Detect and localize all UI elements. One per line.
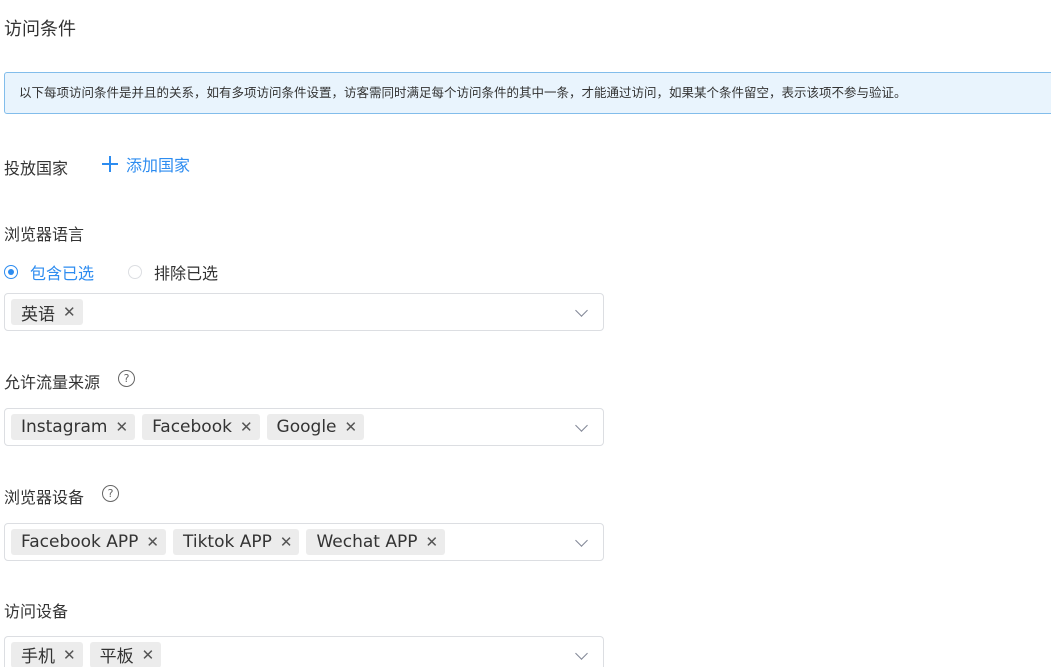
tag: Tiktok APP ✕ xyxy=(173,529,300,555)
tag-label: 英语 xyxy=(21,304,55,325)
tag: Wechat APP ✕ xyxy=(306,529,446,555)
radio-exclude-label: 排除已选 xyxy=(154,264,219,283)
tag-label: Facebook xyxy=(152,417,232,437)
radio-exclude-selected[interactable]: 排除已选 xyxy=(128,260,218,284)
tag: Facebook APP ✕ xyxy=(11,529,166,555)
info-banner: 以下每项访问条件是并且的关系，如有多项访问条件设置，访客需同时满足每个访问条件的… xyxy=(4,72,1051,114)
traffic-source-label: 允许流量来源 xyxy=(4,373,101,392)
radio-include-selected[interactable]: 包含已选 xyxy=(4,260,94,284)
chevron-down-icon[interactable] xyxy=(575,304,588,317)
tag-label: Wechat APP xyxy=(316,532,418,552)
close-icon[interactable]: ✕ xyxy=(425,533,438,551)
tag: Facebook ✕ xyxy=(142,414,260,440)
tag-label: Facebook APP xyxy=(21,532,139,552)
radio-checked-icon xyxy=(4,265,18,279)
close-icon[interactable]: ✕ xyxy=(280,533,293,551)
chevron-down-icon[interactable] xyxy=(575,534,588,547)
tag-label: Google xyxy=(276,417,337,437)
traffic-source-select[interactable]: Instagram ✕ Facebook ✕ Google ✕ xyxy=(4,408,604,446)
section-title: 访问条件 xyxy=(4,19,76,40)
tag-label: Tiktok APP xyxy=(183,532,272,552)
browser-device-select[interactable]: Facebook APP ✕ Tiktok APP ✕ Wechat APP ✕ xyxy=(4,523,604,561)
browser-language-select[interactable]: 英语 ✕ xyxy=(4,293,604,331)
tag-label: 平板 xyxy=(99,647,134,667)
radio-unchecked-icon xyxy=(128,265,143,279)
close-icon[interactable]: ✕ xyxy=(63,303,76,321)
tag-label: 手机 xyxy=(21,647,55,667)
plus-icon xyxy=(102,156,118,172)
tag: Google ✕ xyxy=(266,414,365,440)
access-device-select[interactable]: 手机 ✕ 平板 ✕ xyxy=(4,636,604,667)
radio-include-label: 包含已选 xyxy=(30,264,95,283)
chevron-down-icon[interactable] xyxy=(575,419,588,432)
add-country-label: 添加国家 xyxy=(126,156,191,175)
close-icon[interactable]: ✕ xyxy=(240,418,253,436)
help-icon[interactable]: ? xyxy=(118,370,135,387)
tag: 平板 ✕ xyxy=(89,641,162,667)
close-icon[interactable]: ✕ xyxy=(63,646,76,664)
country-label: 投放国家 xyxy=(4,159,69,178)
close-icon[interactable]: ✕ xyxy=(345,418,358,436)
help-icon[interactable]: ? xyxy=(102,485,119,502)
tag: Instagram ✕ xyxy=(11,414,136,440)
tag: 手机 ✕ xyxy=(11,641,83,667)
close-icon[interactable]: ✕ xyxy=(142,646,155,664)
tag-label: Instagram xyxy=(21,417,108,437)
add-country-button[interactable]: 添加国家 xyxy=(102,152,190,176)
access-device-label: 访问设备 xyxy=(4,602,69,621)
access-conditions-page: 访问条件 以下每项访问条件是并且的关系，如有多项访问条件设置，访客需同时满足每个… xyxy=(0,0,1051,667)
browser-device-label: 浏览器设备 xyxy=(4,488,85,507)
browser-language-radio-group: 包含已选 排除已选 xyxy=(4,260,252,284)
tag: 英语 ✕ xyxy=(11,299,83,325)
close-icon[interactable]: ✕ xyxy=(146,533,159,551)
browser-language-label: 浏览器语言 xyxy=(4,225,85,244)
chevron-down-icon[interactable] xyxy=(575,647,588,660)
close-icon[interactable]: ✕ xyxy=(116,418,129,436)
